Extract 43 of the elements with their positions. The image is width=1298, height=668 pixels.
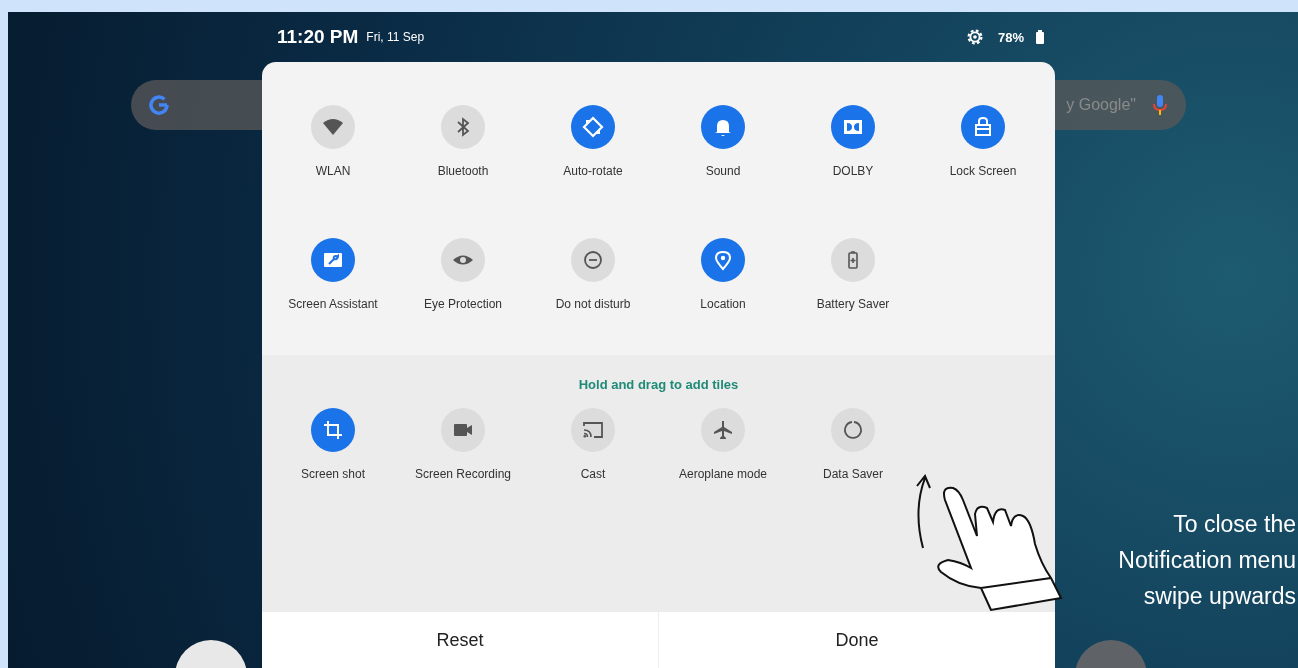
tile-label: Lock Screen — [949, 164, 1017, 178]
bell-icon[interactable] — [701, 105, 745, 149]
minus-circle-icon[interactable] — [571, 238, 615, 282]
battery-percent: 78% — [997, 29, 1024, 45]
cast-icon[interactable] — [571, 408, 615, 452]
caption-line: Notification menu — [1118, 546, 1296, 575]
battery-plus-icon[interactable] — [831, 238, 875, 282]
tile-label: Bluetooth — [437, 164, 489, 178]
video-camera-icon[interactable] — [441, 408, 485, 452]
airplane-icon[interactable] — [701, 408, 745, 452]
wrench-screen-icon[interactable] — [311, 238, 355, 282]
caption-line: To close the — [1172, 510, 1296, 539]
tile-label: Auto-rotate — [563, 164, 623, 178]
location-pin-icon[interactable] — [701, 238, 745, 282]
tile-label: WLAN — [315, 164, 351, 178]
tile-label: Eye Protection — [423, 297, 502, 311]
battery-icon — [1036, 30, 1044, 44]
rotate-icon[interactable] — [571, 105, 615, 149]
wifi-icon[interactable] — [311, 105, 355, 149]
bluetooth-icon[interactable] — [441, 105, 485, 149]
caption-line: swipe upwards — [1142, 582, 1296, 611]
section-title: Hold and drag to add tiles — [577, 377, 740, 393]
tile-label: Screen shot — [300, 467, 365, 481]
double-d-icon[interactable] — [831, 105, 875, 149]
microphone-icon[interactable] — [1150, 93, 1170, 117]
tile-label: Screen Assistant — [288, 297, 378, 311]
tile-label: Battery Saver — [816, 297, 890, 311]
circle-arc-icon[interactable] — [831, 408, 875, 452]
tile-label: Data Saver — [823, 467, 883, 481]
tile-label: Do not disturb — [555, 297, 631, 311]
tile-label: Aeroplane mode — [678, 467, 768, 481]
eye-icon[interactable] — [441, 238, 485, 282]
google-g-icon — [147, 93, 171, 117]
tile-label: Sound — [705, 164, 741, 178]
lock-icon[interactable] — [961, 105, 1005, 149]
search-placeholder: y Google" — [1066, 96, 1136, 114]
tile-label: Location — [700, 297, 746, 311]
tile-label: DOLBY — [832, 164, 874, 178]
crop-icon[interactable] — [311, 408, 355, 452]
clock-time: 11:20 PM — [277, 26, 359, 48]
date-text: Fri, 11 Sep — [366, 30, 425, 44]
tile-label: Cast — [580, 467, 606, 481]
tile-label: Screen Recording — [414, 467, 512, 481]
